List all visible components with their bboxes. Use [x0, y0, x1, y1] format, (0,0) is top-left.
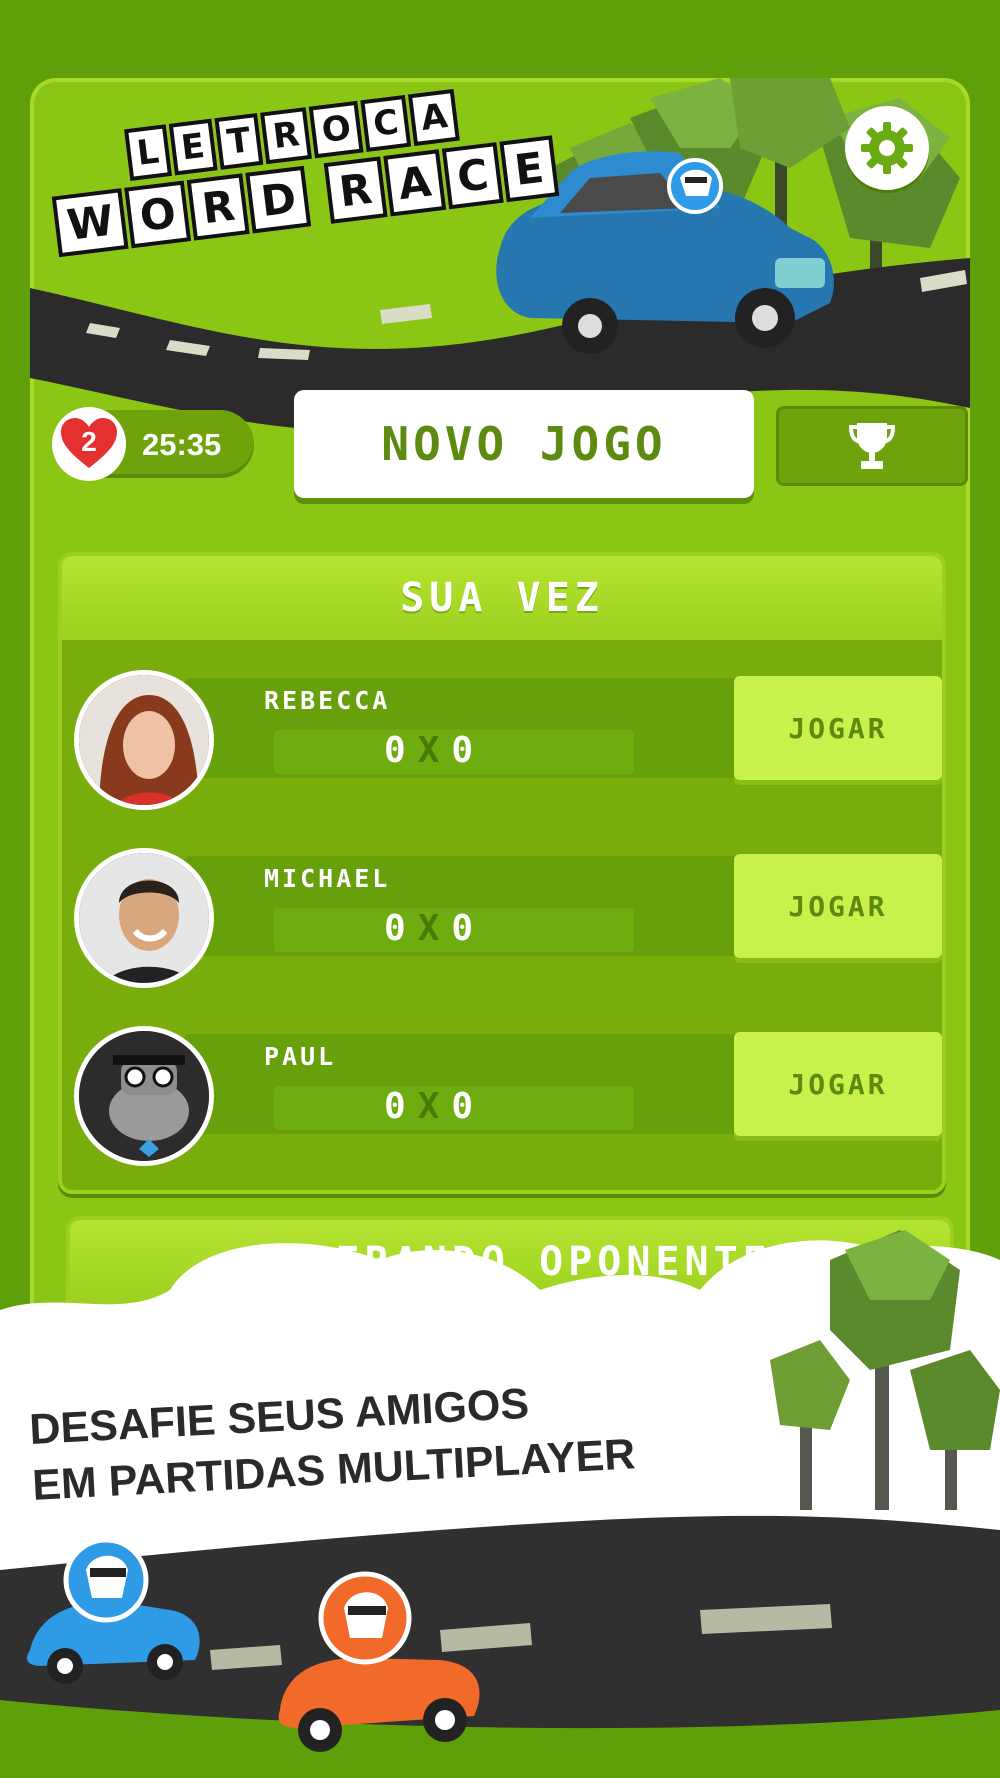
- match-score: 0X0: [384, 908, 486, 949]
- logo-letter: O: [308, 100, 364, 159]
- lives-badge: 2: [52, 407, 126, 481]
- logo-letter: L: [124, 124, 172, 181]
- your-turn-title: SUA VEZ: [62, 556, 942, 640]
- logo-letter: D: [245, 165, 312, 234]
- match-score: 0X0: [384, 1086, 486, 1127]
- logo-letter: R: [323, 156, 388, 224]
- your-turn-panel: SUA VEZ REBECCA 0X0 JOGAR MICHAEL 0X0 JO…: [58, 552, 946, 1194]
- player-name: REBECCA: [264, 686, 391, 715]
- logo-letter: A: [382, 149, 447, 217]
- toolbar: 2 25:35 NOVO JOGO: [52, 390, 968, 498]
- logo-letter: A: [408, 88, 461, 147]
- player-name: PAUL: [264, 1042, 337, 1071]
- avatar: [74, 670, 214, 810]
- match-row: REBECCA 0X0 JOGAR: [74, 670, 942, 820]
- gear-icon: [861, 122, 913, 174]
- ranking-button[interactable]: [776, 406, 968, 486]
- lives-timer-text: 25:35: [142, 427, 222, 462]
- settings-button[interactable]: [845, 106, 929, 190]
- player-name: MICHAEL: [264, 864, 391, 893]
- match-row: PAUL 0X0 JOGAR: [74, 1026, 942, 1176]
- play-button[interactable]: JOGAR: [734, 676, 942, 780]
- logo-letter: E: [168, 118, 218, 176]
- avatar: [74, 1026, 214, 1166]
- match-row: MICHAEL 0X0 JOGAR: [74, 848, 942, 998]
- play-button[interactable]: JOGAR: [734, 854, 942, 958]
- logo-letter: E: [499, 135, 560, 203]
- logo-letter: W: [51, 188, 129, 258]
- trophy-icon: [849, 423, 895, 469]
- logo-letter: C: [441, 142, 504, 210]
- logo-letter: T: [214, 113, 264, 170]
- lives-timer[interactable]: 2 25:35: [52, 407, 254, 481]
- logo-letter: O: [124, 180, 192, 249]
- play-button[interactable]: JOGAR: [734, 1032, 942, 1136]
- match-score: 0X0: [384, 730, 486, 771]
- logo-letter: R: [186, 173, 251, 241]
- new-game-button[interactable]: NOVO JOGO: [294, 390, 754, 498]
- logo-letter: R: [260, 107, 313, 165]
- lives-count: 2: [81, 426, 97, 457]
- logo-letter: C: [360, 94, 412, 152]
- avatar: [74, 848, 214, 988]
